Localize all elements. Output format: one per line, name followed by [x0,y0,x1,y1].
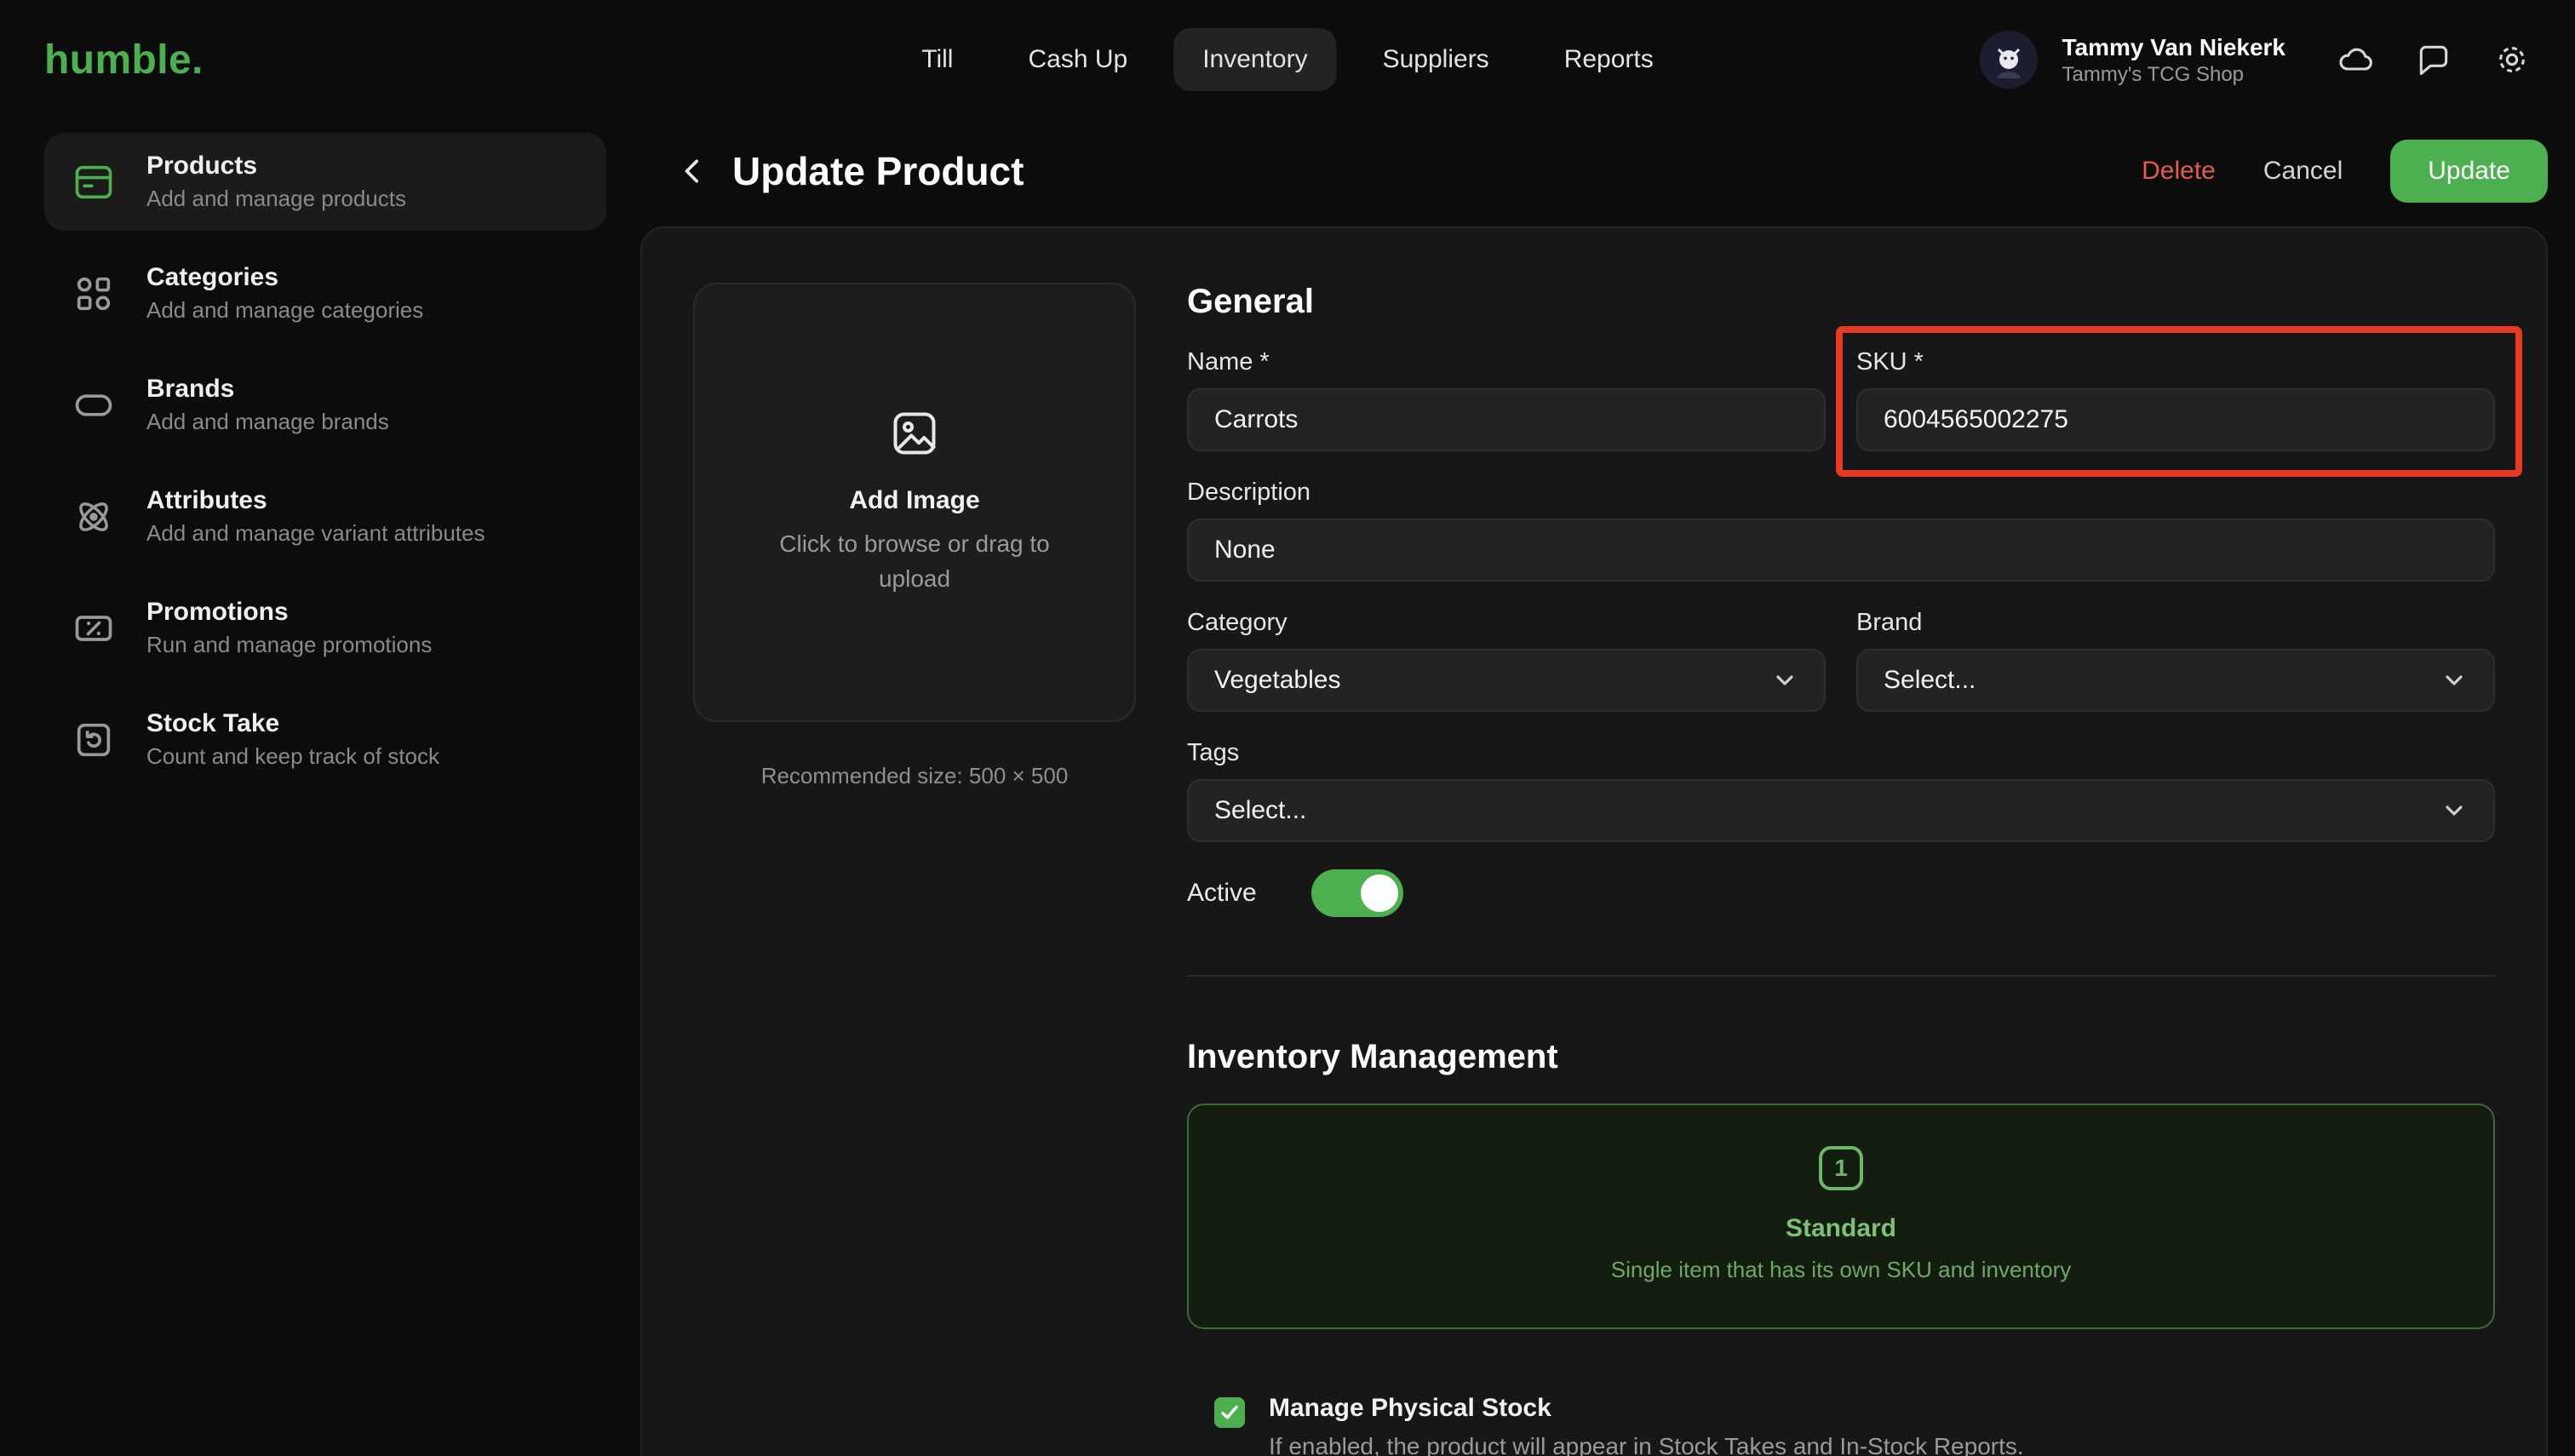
manage-stock-label: Manage Physical Stock [1269,1394,1551,1422]
sidebar-item-subtitle: Run and manage promotions [146,632,433,657]
sidebar-item-attributes[interactable]: Attributes Add and manage variant attrib… [44,467,606,565]
manage-stock-checkbox[interactable] [1214,1397,1245,1428]
promotions-icon [68,606,119,651]
sidebar-item-title: Promotions [146,598,289,626]
nav-item-till[interactable]: Till [892,28,982,91]
product-type-standard-card[interactable]: 1 Standard Single item that has its own … [1187,1103,2495,1329]
sidebar-item-subtitle: Count and keep track of stock [146,743,439,769]
sidebar-item-title: Attributes [146,486,267,514]
main-nav: Till Cash Up Inventory Suppliers Reports [892,28,1682,91]
standard-type-icon: 1 [1819,1146,1863,1190]
type-card-subtitle: Single item that has its own SKU and inv… [1610,1257,2072,1282]
nav-item-inventory[interactable]: Inventory [1173,28,1337,91]
user-name: Tammy Van Niekerk [2062,33,2285,60]
category-select-value: Vegetables [1214,666,1341,694]
manage-stock-row: Manage Physical Stock If enabled, the pr… [1214,1394,2495,1456]
sidebar-item-subtitle: Add and manage brands [146,409,389,434]
page-title: Update Product [732,149,1024,193]
manage-stock-description: If enabled, the product will appear in S… [1269,1433,2024,1456]
sidebar-item-title: Categories [146,263,279,291]
cloud-sync-icon[interactable] [2337,41,2374,78]
description-field-group: Description [1187,479,2495,582]
page-header: Update Product Delete Cancel Update [640,119,2575,220]
brand-label: Brand [1856,609,1923,636]
name-input[interactable] [1187,388,1826,451]
top-bar: humble. Till Cash Up Inventory Suppliers… [0,0,2575,119]
sidebar-item-promotions[interactable]: Promotions Run and manage promotions [44,579,606,677]
nav-item-cash-up[interactable]: Cash Up [999,28,1156,91]
user-info: Tammy Van Niekerk Tammy's TCG Shop [2062,32,2285,88]
sidebar-item-subtitle: Add and manage variant attributes [146,520,485,546]
sidebar-item-title: Stock Take [146,709,280,737]
sidebar-item-products[interactable]: Products Add and manage products [44,133,606,231]
active-row: Active [1187,869,2495,917]
category-field-group: Category Vegetables [1187,609,1826,712]
update-button[interactable]: Update [2390,140,2548,203]
upload-title: Add Image [849,486,980,515]
tags-field-group: Tags Select... [1187,739,2495,842]
general-heading: General [1187,283,1314,320]
sidebar-item-title: Brands [146,375,235,403]
brand-select[interactable]: Select... [1856,649,2495,712]
sidebar-item-subtitle: Add and manage categories [146,297,424,323]
nav-item-suppliers[interactable]: Suppliers [1354,28,1518,91]
chevron-down-icon [2440,797,2468,824]
tags-select[interactable]: Select... [1187,779,2495,842]
delete-button[interactable]: Delete [2142,157,2216,186]
toggle-knob [1360,874,1398,912]
main-content: Update Product Delete Cancel Update Add … [640,119,2575,1456]
sidebar-item-title: Products [146,152,258,180]
header-actions: Delete Cancel Update [2142,140,2548,203]
user-org: Tammy's TCG Shop [2062,62,2245,86]
categories-icon [68,272,119,316]
name-label: Name * [1187,348,1270,375]
section-divider [1187,975,2495,977]
sidebar-item-categories[interactable]: Categories Add and manage categories [44,244,606,342]
active-label: Active [1187,879,1257,907]
sidebar-item-stock-take[interactable]: Stock Take Count and keep track of stock [44,691,606,788]
form-column: General Name * SKU * Descrip [1187,283,2522,1456]
brand-select-value: Select... [1884,666,1976,694]
chevron-down-icon [1771,667,1798,694]
brand-field-group: Brand Select... [1856,609,2495,712]
chat-icon[interactable] [2415,41,2452,78]
stock-take-icon [68,718,119,762]
user-avatar[interactable] [1980,31,2039,89]
sku-label: SKU * [1856,348,1924,375]
sidebar: Products Add and manage products Categor… [0,119,640,1456]
brands-icon [68,383,119,427]
upload-subtitle: Click to browse or drag to upload [779,530,1050,592]
products-icon [68,160,119,204]
back-button[interactable] [664,142,722,200]
user-cluster: Tammy Van Niekerk Tammy's TCG Shop [1980,31,2531,89]
product-form-card: Add Image Click to browse or drag to upl… [640,226,2548,1456]
description-label: Description [1187,479,1311,506]
chevron-down-icon [2440,667,2468,694]
image-icon [889,408,940,466]
tags-label: Tags [1187,739,1240,766]
attributes-icon [68,495,119,539]
cancel-button[interactable]: Cancel [2263,157,2343,186]
upload-hint: Recommended size: 500 × 500 [760,763,1069,788]
sidebar-item-brands[interactable]: Brands Add and manage brands [44,356,606,454]
sidebar-item-subtitle: Add and manage products [146,186,406,211]
app-window: humble. Till Cash Up Inventory Suppliers… [0,0,2575,1456]
image-column: Add Image Click to browse or drag to upl… [693,283,1136,789]
sku-field-group: SKU * [1836,326,2522,477]
sku-input[interactable] [1856,388,2495,451]
name-field-group: Name * [1187,348,1826,451]
inventory-heading: Inventory Management [1187,1038,1558,1075]
tags-select-value: Select... [1214,796,1307,824]
category-label: Category [1187,609,1288,636]
description-input[interactable] [1187,519,2495,582]
settings-gear-icon[interactable] [2493,41,2531,78]
humble-logo: humble. [44,37,204,83]
category-select[interactable]: Vegetables [1187,649,1826,712]
type-card-title: Standard [1785,1214,1897,1242]
active-toggle[interactable] [1310,869,1403,917]
topbar-icons [2337,41,2531,78]
body-row: Products Add and manage products Categor… [0,119,2575,1456]
nav-item-reports[interactable]: Reports [1535,28,1683,91]
image-upload-dropzone[interactable]: Add Image Click to browse or drag to upl… [693,283,1136,722]
